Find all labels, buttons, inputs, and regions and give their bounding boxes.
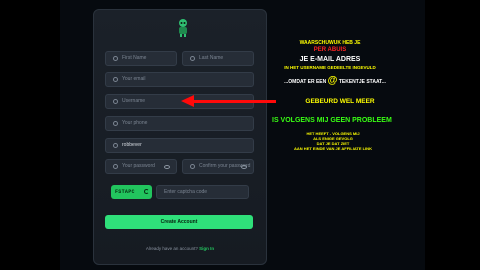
user-icon	[190, 56, 195, 61]
annotation-line-5b: TEKENTJE STAAT...	[338, 79, 386, 85]
first-name-field[interactable]: First Name	[105, 51, 177, 66]
red-arrow-head	[181, 95, 194, 107]
phone-placeholder: Your phone	[122, 120, 148, 126]
signin-link[interactable]: Sign In	[199, 246, 214, 251]
refresh-icon[interactable]	[144, 189, 149, 194]
lock-icon	[113, 164, 118, 169]
user-icon	[113, 143, 118, 148]
eye-icon[interactable]	[164, 165, 170, 169]
annotation-line-5: ...OMDAT ER EEN @ TEKENTJE STAAT...	[280, 75, 390, 86]
last-name-field[interactable]: Last Name	[182, 51, 254, 66]
eye-icon[interactable]	[241, 165, 247, 169]
create-account-button[interactable]: Create Account	[105, 215, 253, 229]
referral-field[interactable]: robbever	[105, 138, 254, 153]
annotation-line-3: JE E-MAIL ADRES	[299, 56, 361, 63]
annotation-line-2: PER ABUIS	[313, 47, 347, 53]
last-name-placeholder: Last Name	[199, 55, 224, 61]
captcha-input[interactable]: Enter captcha code	[156, 185, 249, 199]
annotation-line-4: IN HET USERNAME GEDEELTE INGEVULD	[284, 65, 376, 70]
annotation-line-11: AAN HET EINDE VAN JE AFFILIATE LINK	[294, 146, 372, 151]
captcha-code-text: FSTAPC	[115, 189, 135, 195]
email-placeholder: Your email	[122, 76, 146, 82]
at-symbol-annotation: @	[327, 75, 338, 86]
user-icon	[113, 56, 118, 61]
phone-icon	[113, 121, 118, 126]
signin-prompt-text: Already have an account?	[145, 246, 198, 251]
password-placeholder: Your password	[122, 163, 155, 169]
signin-prompt: Already have an account? Sign In	[93, 246, 267, 251]
annotation-line-1: WAARSCHUWUK HEB JE	[299, 40, 361, 46]
captcha-placeholder: Enter captcha code	[164, 188, 208, 195]
username-placeholder: Username	[122, 98, 146, 104]
email-icon	[113, 77, 118, 82]
email-field[interactable]: Your email	[105, 72, 254, 87]
confirm-password-field[interactable]: Confirm your password	[182, 159, 254, 174]
annotation-line-7: IS VOLGENS MIJ GEEN PROBLEEM	[272, 117, 392, 124]
phone-field[interactable]: Your phone	[105, 116, 254, 131]
first-name-placeholder: First Name	[122, 55, 147, 61]
at-icon	[113, 99, 118, 104]
lock-icon	[190, 164, 195, 169]
referral-value: robbever	[122, 142, 142, 148]
annotation-line-6: GEBEURD WEL MEER	[305, 98, 375, 105]
red-arrow-shaft	[192, 100, 276, 103]
app-logo-icon	[179, 19, 187, 37]
password-field[interactable]: Your password	[105, 159, 177, 174]
annotation-line-5a: ...OMDAT ER EEN	[284, 79, 327, 85]
